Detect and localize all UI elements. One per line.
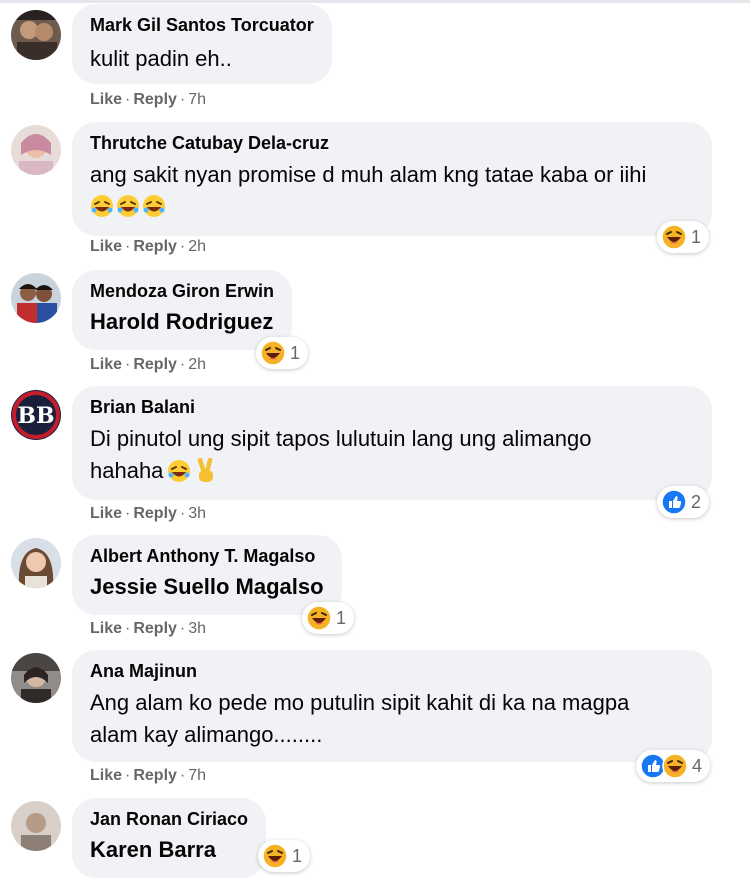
reaction-count: 1 [336,607,347,628]
avatar[interactable]: BB [11,390,61,440]
comment-author[interactable]: Jan Ronan Ciriaco [90,807,248,831]
comment-text: ang sakit nyan promise d muh alam kng ta… [90,162,647,187]
haha-reaction-icon [306,605,332,631]
comment-bubble: Thrutche Catubay Dela-cruz ang sakit nya… [72,122,712,236]
comment-author[interactable]: Thrutche Catubay Dela-cruz [90,131,694,155]
comment-text: Ang alam ko pede mo putulin sipit kahit … [90,690,630,715]
comment-author[interactable]: Mark Gil Santos Torcuator [90,13,314,37]
comment-time[interactable]: 2h [188,356,206,373]
reaction-count: 2 [691,491,702,512]
reply-link[interactable]: Reply [133,238,177,255]
reply-link[interactable]: Reply [133,356,177,373]
comment-text: kulit padin eh.. [90,46,232,71]
reply-link[interactable]: Reply [133,505,177,522]
comment-bubble: Ana Majinun Ang alam ko pede mo putulin … [72,650,712,762]
comment-actions: Like · Reply · 7h [90,767,207,784]
svg-text:BB: BB [17,403,54,429]
comment-actions: Like · Reply · 2h [90,238,207,255]
comment-actions: Like · Reply · 3h [90,505,207,522]
avatar[interactable] [11,125,61,175]
top-divider [0,0,750,3]
haha-reaction-icon [661,224,687,250]
reaction-count: 1 [290,342,301,363]
comment-time[interactable]: 7h [188,767,206,784]
tagged-user-link[interactable]: Harold Rodriguez [90,307,274,337]
comment-actions: Like · Reply · 3h [90,620,207,637]
rofl-emoji [117,195,139,217]
like-link[interactable]: Like [90,91,122,108]
comment-text: Di pinutol ung sipit tapos lulutuin lang… [90,426,592,451]
rofl-emoji [168,460,191,482]
comment-text: hahaha [90,455,694,487]
avatar[interactable] [11,273,61,323]
comment-author[interactable]: Ana Majinun [90,659,694,683]
reaction-count-badge[interactable]: 1 [258,840,311,872]
comment-bubble: Jan Ronan Ciriaco Karen Barra [72,798,267,878]
reply-link[interactable]: Reply [133,91,177,108]
comment-time[interactable]: 7h [188,91,206,108]
haha-reaction-icon [262,843,288,869]
reply-link[interactable]: Reply [133,620,177,637]
victory-hand-emoji [198,458,214,482]
like-link[interactable]: Like [90,356,122,373]
comment-bubble: Mark Gil Santos Torcuator kulit padin eh… [72,4,332,84]
like-link[interactable]: Like [90,505,122,522]
reply-link[interactable]: Reply [133,767,177,784]
avatar[interactable] [11,801,61,851]
comment-time[interactable]: 3h [188,620,206,637]
comment-time[interactable]: 2h [188,238,206,255]
haha-reaction-icon [662,753,688,779]
avatar[interactable] [11,10,61,60]
rofl-emoji [143,195,165,217]
reaction-count-badge[interactable]: 2 [657,486,710,518]
comment-bubble: Albert Anthony T. Magalso Jessie Suello … [72,535,342,615]
like-link[interactable]: Like [90,767,122,784]
reaction-count-badge[interactable]: 1 [657,221,710,253]
rofl-emoji [91,195,113,217]
emoji-row [90,191,694,221]
like-link[interactable]: Like [90,238,122,255]
comment-actions: Like · Reply · 7h [90,91,207,108]
comment-author[interactable]: Albert Anthony T. Magalso [90,544,324,568]
avatar[interactable] [11,538,61,588]
reaction-count-badge[interactable]: 1 [256,337,309,369]
comment-text: alam kay alimango........ [90,722,323,747]
tagged-user-link[interactable]: Jessie Suello Magalso [90,572,324,602]
comment-bubble: Brian Balani Di pinutol ung sipit tapos … [72,386,712,500]
reaction-count-badge[interactable]: 4 [636,750,711,782]
reaction-count: 1 [292,845,303,866]
comment-author[interactable]: Brian Balani [90,395,694,419]
like-link[interactable]: Like [90,620,122,637]
like-reaction-icon [661,489,687,515]
comment-actions: Like · Reply · 2h [90,356,207,373]
comment-time[interactable]: 3h [188,505,206,522]
tagged-user-link[interactable]: Karen Barra [90,835,248,865]
comment-bubble: Mendoza Giron Erwin Harold Rodriguez [72,270,293,350]
avatar[interactable] [11,653,61,703]
reaction-count: 4 [692,755,703,776]
comment-author[interactable]: Mendoza Giron Erwin [90,279,274,303]
reaction-count-badge[interactable]: 1 [302,602,355,634]
haha-reaction-icon [260,340,286,366]
reaction-count: 1 [691,226,702,247]
